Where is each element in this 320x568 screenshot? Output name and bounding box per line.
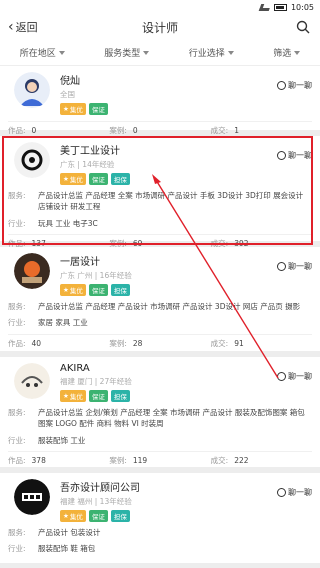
chat-button[interactable]: 聊一聊: [277, 261, 312, 272]
designer-list: 倪灿 全国 ★ 集优 保证 聊一聊 作品: 0 案例: 0 成交: 1 美丁工业设计: [0, 66, 320, 563]
badge-escrow: 担保: [110, 510, 130, 522]
filter-service[interactable]: 服务类型: [104, 46, 150, 59]
designer-name: AKIRA: [60, 363, 90, 374]
chat-icon: [277, 488, 286, 497]
filter-label: 筛选: [273, 49, 292, 59]
status-bar: 10:05: [0, 0, 320, 14]
badge-escrow: 担保: [110, 173, 130, 185]
chat-button[interactable]: 聊一聊: [277, 80, 312, 91]
badge-guarantee: 保证: [88, 103, 108, 115]
filter-label: 所在地区: [19, 49, 56, 59]
designer-location: 广东 | 14年经验: [60, 160, 115, 169]
badge-gold: ★ 集优: [60, 173, 86, 185]
badge-escrow: 担保: [110, 390, 130, 402]
designer-name: 一居设计: [60, 257, 100, 268]
back-button[interactable]: ‹ 返回: [8, 19, 38, 35]
service-row: 服务: 产品设计 包装设计: [8, 528, 101, 537]
designer-location: 全国: [60, 90, 75, 99]
service-row: 服务: 产品设计总监 企划/策划 产品经理 全案 市场调研 产品设计 服装及配饰图…: [8, 408, 305, 429]
designer-card[interactable]: 美丁工业设计 广东 | 14年经验 ★ 集优 保证 担保 聊一聊 服务: 产品设计总…: [0, 136, 320, 248]
star-icon: ★: [63, 392, 69, 400]
back-label: 返回: [15, 21, 38, 34]
filter-label: 行业选择: [188, 49, 225, 59]
star-icon: ★: [63, 105, 69, 113]
chat-button[interactable]: 聊一聊: [277, 371, 312, 382]
industry-row: 行业: 玩具 工业 电子3C: [8, 218, 98, 228]
avatar: [14, 142, 50, 178]
designer-card[interactable]: 一居设计 广东 广州 | 16年经验 ★ 集优 保证 担保 聊一聊 服务: 产品设计…: [0, 247, 320, 351]
caret-down-icon: [294, 50, 301, 55]
badge-guarantee: 保证: [88, 390, 108, 402]
industry-row: 行业: 家居 家具 工业: [8, 318, 88, 328]
caret-down-icon: [143, 50, 150, 55]
battery-icon: [273, 3, 287, 11]
caret-down-icon: [58, 50, 65, 55]
industry-row: 行业: 服装配饰 鞋 箱包: [8, 544, 96, 554]
badge-gold: ★ 集优: [60, 103, 86, 115]
caret-down-icon: [227, 50, 234, 55]
page-title: 设计师: [141, 20, 178, 35]
chat-icon: [277, 151, 286, 160]
designer-location: 福建 厦门 | 27年经验: [60, 377, 132, 386]
designer-location: 广东 广州 | 16年经验: [60, 271, 132, 280]
stats-row: 作品: 0 案例: 0 成交: 1: [8, 121, 312, 136]
badge-guarantee: 保证: [88, 510, 108, 522]
designer-location: 福建 福州 | 13年经验: [60, 497, 132, 506]
status-time: 10:05: [290, 2, 314, 12]
chat-icon: [277, 81, 286, 90]
badge-gold: ★ 集优: [60, 510, 86, 522]
chat-icon: [277, 262, 286, 271]
badge-guarantee: 保证: [88, 284, 108, 296]
avatar: [14, 72, 50, 108]
designer-name: 倪灿: [60, 76, 80, 87]
chat-icon: [277, 372, 286, 381]
badge-guarantee: 保证: [88, 173, 108, 185]
stats-row: 作品: 378 案例: 119 成交: 222: [8, 450, 312, 466]
designer-name: 吾亦设计顾问公司: [60, 483, 140, 494]
badge-escrow: 担保: [110, 284, 130, 296]
filter-more[interactable]: 筛选: [273, 46, 301, 59]
avatar: [14, 363, 50, 399]
avatar: [14, 479, 50, 515]
service-row: 服务: 产品设计总监 产品经理 产品设计 市场调研 产品设计 3D设计 网店 产品…: [8, 302, 301, 311]
avatar: [14, 253, 50, 289]
chat-button[interactable]: 聊一聊: [277, 150, 312, 161]
search-icon[interactable]: [296, 20, 310, 34]
signal-icon: [258, 3, 272, 11]
star-icon: ★: [63, 175, 69, 183]
badge-gold: ★ 集优: [60, 390, 86, 402]
stats-row: 作品: 40 案例: 28 成交: 91: [8, 333, 312, 349]
star-icon: ★: [63, 512, 69, 520]
designer-card[interactable]: 倪灿 全国 ★ 集优 保证 聊一聊 作品: 0 案例: 0 成交: 1: [0, 66, 320, 135]
filter-bar: 所在地区 服务类型 行业选择 筛选: [0, 40, 320, 66]
chevron-left-icon: ‹: [8, 19, 14, 35]
top-bar: ‹ 返回 设计师: [0, 14, 320, 40]
star-icon: ★: [63, 286, 69, 294]
chat-button[interactable]: 聊一聊: [277, 487, 312, 498]
filter-industry[interactable]: 行业选择: [189, 46, 234, 59]
industry-row: 行业: 服装配饰 工业: [8, 435, 86, 445]
filter-label: 服务类型: [104, 49, 141, 59]
service-row: 服务: 产品设计总监 产品经理 全案 市场调研 产品设计 手板 3D设计 3D打印…: [8, 191, 304, 212]
designer-card[interactable]: 吾亦设计顾问公司 福建 福州 | 13年经验 ★ 集优 保证 担保 聊一聊 服务:…: [0, 473, 320, 563]
badge-gold: ★ 集优: [60, 284, 86, 296]
designer-card[interactable]: AKIRA 福建 厦门 | 27年经验 ★ 集优 保证 担保 聊一聊 服务: 产品设…: [0, 357, 320, 467]
designer-name: 美丁工业设计: [60, 146, 120, 157]
filter-region[interactable]: 所在地区: [20, 46, 65, 59]
